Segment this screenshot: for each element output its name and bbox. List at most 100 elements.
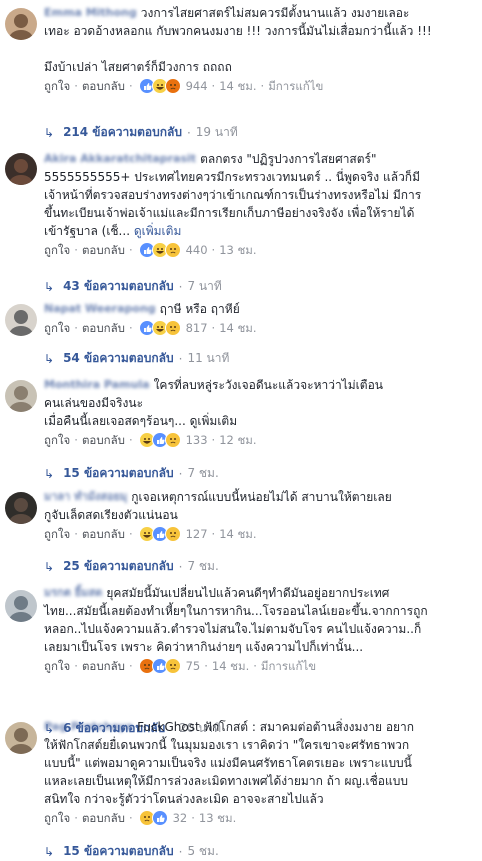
replies-count-label[interactable]: 25 ข้อความตอบกลับ bbox=[63, 557, 174, 576]
replies-count-label[interactable]: 214 ข้อความตอบกลับ bbox=[63, 123, 182, 142]
view-replies-link[interactable]: ↳ 15 ข้อความตอบกลับ · 7 ชม. bbox=[44, 464, 219, 483]
reply-button[interactable]: ตอบกลับ bbox=[82, 810, 125, 826]
comment-line: เมื่อคืนนี้เลยเจอสดๆร้อนๆ... ดูเพิ่มเติม bbox=[44, 412, 472, 430]
like-button[interactable]: ถูกใจ bbox=[44, 432, 70, 448]
commenter-name[interactable]: Napat Weerapong bbox=[44, 300, 156, 318]
reaction-summary[interactable] bbox=[138, 242, 181, 258]
comment-line: หลอก..ไปแจ้งความแล้ว.ตำรวจไม่สนใจ.ไม่ตาม… bbox=[44, 620, 472, 638]
comment-line: 5555555555+ ประเทศไทยควรมีกระทรวงเวทมนตร… bbox=[44, 168, 472, 186]
comment-line: เจ้าหน้าที่ตรวจสอบร่างทรงต่างๆว่าเข้าเกณ… bbox=[44, 186, 472, 204]
comment-line-text: ให้ฟักโกสต์ยยื่เดนพวกนี้ ในมุมมองเรา เรา… bbox=[44, 738, 410, 752]
avatar[interactable] bbox=[5, 492, 37, 524]
comment-timestamp[interactable]: 13 ชม. bbox=[199, 810, 236, 826]
comment: Akira Akkaratchitaprasit ตลกตรง "ปฏิรูปวง… bbox=[44, 150, 472, 258]
reaction-count[interactable]: 944 bbox=[186, 78, 208, 94]
reaction-count[interactable]: 75 bbox=[186, 658, 201, 674]
comment-line: ให้ฟักโกสต์ยยื่เดนพวกนี้ ในมุมมองเรา เรา… bbox=[44, 736, 472, 754]
comment-timestamp[interactable]: 13 ชม. bbox=[219, 242, 256, 258]
reaction-count[interactable]: 440 bbox=[186, 242, 208, 258]
reply-button[interactable]: ตอบกลับ bbox=[82, 526, 125, 542]
replies-count-label[interactable]: 15 ข้อความตอบกลับ bbox=[63, 464, 174, 483]
reply-arrow-icon: ↳ bbox=[44, 844, 55, 859]
comment-actions: ถูกใจ · ตอบกลับ · 440 · 13 ชม. bbox=[44, 242, 472, 258]
view-replies-link[interactable]: ↳ 43 ข้อความตอบกลับ · 7 นาที bbox=[44, 277, 222, 296]
reaction-summary[interactable] bbox=[138, 526, 181, 542]
avatar[interactable] bbox=[5, 153, 37, 185]
avatar[interactable] bbox=[5, 304, 37, 336]
reaction-summary[interactable] bbox=[138, 658, 181, 674]
avatar[interactable] bbox=[5, 590, 37, 622]
like-button[interactable]: ถูกใจ bbox=[44, 658, 70, 674]
reaction-count[interactable]: 817 bbox=[186, 320, 208, 336]
reply-button[interactable]: ตอบกลับ bbox=[82, 320, 125, 336]
view-replies-link[interactable]: ↳ 214 ข้อความตอบกลับ · 19 นาที bbox=[44, 123, 238, 142]
comment-line: กูจับเล็ดสดเรียงตัวแน่นอน bbox=[44, 506, 472, 524]
comment-timestamp[interactable]: 14 ชม. bbox=[212, 658, 249, 674]
reaction-count[interactable]: 127 bbox=[186, 526, 208, 542]
avatar[interactable] bbox=[5, 722, 37, 754]
comment-timestamp[interactable]: 14 ชม. bbox=[219, 78, 256, 94]
edited-label[interactable]: มีการแก้ไข bbox=[261, 658, 316, 674]
comment-line-text: ขึ้นทะเบียนเจ้าพ่อเจ้าแม่และมีการเรียกเก… bbox=[44, 206, 415, 220]
comment-line-text: FuckGhost ฟักโกสต์ : สมาคมต่อต้านสิ่งงมง… bbox=[137, 720, 415, 734]
comment: Emma Mithong วงการไสยศาสตร์ไม่สมควรมีตั้ง… bbox=[44, 4, 472, 94]
replies-count-label[interactable]: 54 ข้อความตอบกลับ bbox=[63, 349, 174, 368]
replies-count-label[interactable]: 15 ข้อความตอบกลับ bbox=[63, 842, 174, 861]
edited-label[interactable]: มีการแก้ไข bbox=[268, 78, 323, 94]
reply-arrow-icon: ↳ bbox=[44, 559, 55, 574]
replies-count-label[interactable]: 43 ข้อความตอบกลับ bbox=[63, 277, 174, 296]
avatar[interactable] bbox=[5, 380, 37, 412]
commenter-name[interactable]: มรกต ยิ้มสด bbox=[44, 584, 102, 602]
view-replies-link[interactable]: ↳ 54 ข้อความตอบกลับ · 11 นาที bbox=[44, 349, 229, 368]
comment-line-text: กูเจอเหตุการณ์แบบนี้หน่อยไม่ได้ สาบานให้… bbox=[131, 490, 392, 504]
reaction-summary[interactable] bbox=[138, 78, 181, 94]
commenter-name[interactable]: Monthira Pamula bbox=[44, 376, 150, 394]
comment-timestamp[interactable]: 14 ชม. bbox=[219, 526, 256, 542]
reaction-summary[interactable] bbox=[138, 432, 181, 448]
view-replies-link[interactable]: ↳ 25 ข้อความตอบกลับ · 7 ชม. bbox=[44, 557, 219, 576]
reaction-count[interactable]: 133 bbox=[186, 432, 208, 448]
comment-timestamp[interactable]: 12 ชม. bbox=[219, 432, 256, 448]
view-replies-link[interactable]: ↳ 15 ข้อความตอบกลับ · 5 ชม. bbox=[44, 842, 219, 861]
reaction-count[interactable]: 32 bbox=[173, 810, 188, 826]
comment-line: Emma Mithong วงการไสยศาสตร์ไม่สมควรมีตั้ง… bbox=[44, 4, 472, 22]
like-button[interactable]: ถูกใจ bbox=[44, 320, 70, 336]
like-button[interactable]: ถูกใจ bbox=[44, 810, 70, 826]
comment-line-text: แบบนี้" แต่พอมาดูความเป็นจริง แม่งมีคนศร… bbox=[44, 756, 412, 770]
commenter-name[interactable]: Akira Akkaratchitaprasit bbox=[44, 150, 196, 168]
comment-timestamp[interactable]: 14 ชม. bbox=[219, 320, 256, 336]
separator-dot: · bbox=[211, 433, 216, 447]
comment-line: มรกต ยิ้มสด ยุคสมัยนี้มันเปลี่ยนไปแล้วคนด… bbox=[44, 584, 472, 602]
separator-dot: · bbox=[74, 321, 78, 335]
commenter-name[interactable]: Pag Pratchaya bbox=[44, 718, 133, 736]
reply-button[interactable]: ตอบกลับ bbox=[82, 658, 125, 674]
see-more-link[interactable]: ดูเพิ่มเติม bbox=[134, 224, 182, 238]
separator-dot: · bbox=[204, 659, 208, 673]
replies-timestamp: 19 นาที bbox=[195, 125, 238, 139]
like-button[interactable]: ถูกใจ bbox=[44, 242, 70, 258]
comment-line: Monthira Pamula ใครที่ลบหลู่ระวังเจอดีนะแ… bbox=[44, 376, 472, 394]
separator-dot: · bbox=[211, 79, 216, 93]
comment-line-text: เข้ารัฐบาล (เช็... bbox=[44, 224, 131, 238]
like-button[interactable]: ถูกใจ bbox=[44, 78, 70, 94]
reply-button[interactable]: ตอบกลับ bbox=[82, 78, 125, 94]
reaction-summary[interactable] bbox=[138, 810, 168, 826]
replies-timestamp: 11 นาที bbox=[187, 351, 230, 365]
reaction-summary[interactable] bbox=[138, 320, 181, 336]
comment-line-text: หลอก..ไปแจ้งความแล้ว.ตำรวจไม่สนใจ.ไม่ตาม… bbox=[44, 622, 422, 636]
comment: Napat Weerapong ฤาษี หรือ ฤาหีย์ถูกใจ · ตอบ… bbox=[44, 300, 472, 336]
commenter-name[interactable]: Emma Mithong bbox=[44, 4, 137, 22]
comment-actions: ถูกใจ · ตอบกลับ · 944 · 14 ชม. · มีการแก้ไข bbox=[44, 78, 472, 94]
separator-dot: · bbox=[211, 321, 216, 335]
commenter-name[interactable]: มาลา ทำมังสอยมุ bbox=[44, 488, 127, 506]
reply-button[interactable]: ตอบกลับ bbox=[82, 242, 125, 258]
separator-dot: · bbox=[128, 243, 133, 257]
replies-timestamp: 7 ชม. bbox=[187, 559, 219, 573]
separator-dot: · bbox=[128, 79, 133, 93]
comment-line-text: ใครที่ลบหลู่ระวังเจอดีนะแล้วจะหาว่าไม่เต… bbox=[153, 378, 383, 392]
like-button[interactable]: ถูกใจ bbox=[44, 526, 70, 542]
comment-line-text: เลยมาเป็นโจร เพราะ คิดว่าหากินง่ายๆ แจ้ง… bbox=[44, 640, 364, 654]
comment-line-text: ฤาษี หรือ ฤาหีย์ bbox=[159, 302, 240, 316]
avatar[interactable] bbox=[5, 8, 37, 40]
reply-button[interactable]: ตอบกลับ bbox=[82, 432, 125, 448]
